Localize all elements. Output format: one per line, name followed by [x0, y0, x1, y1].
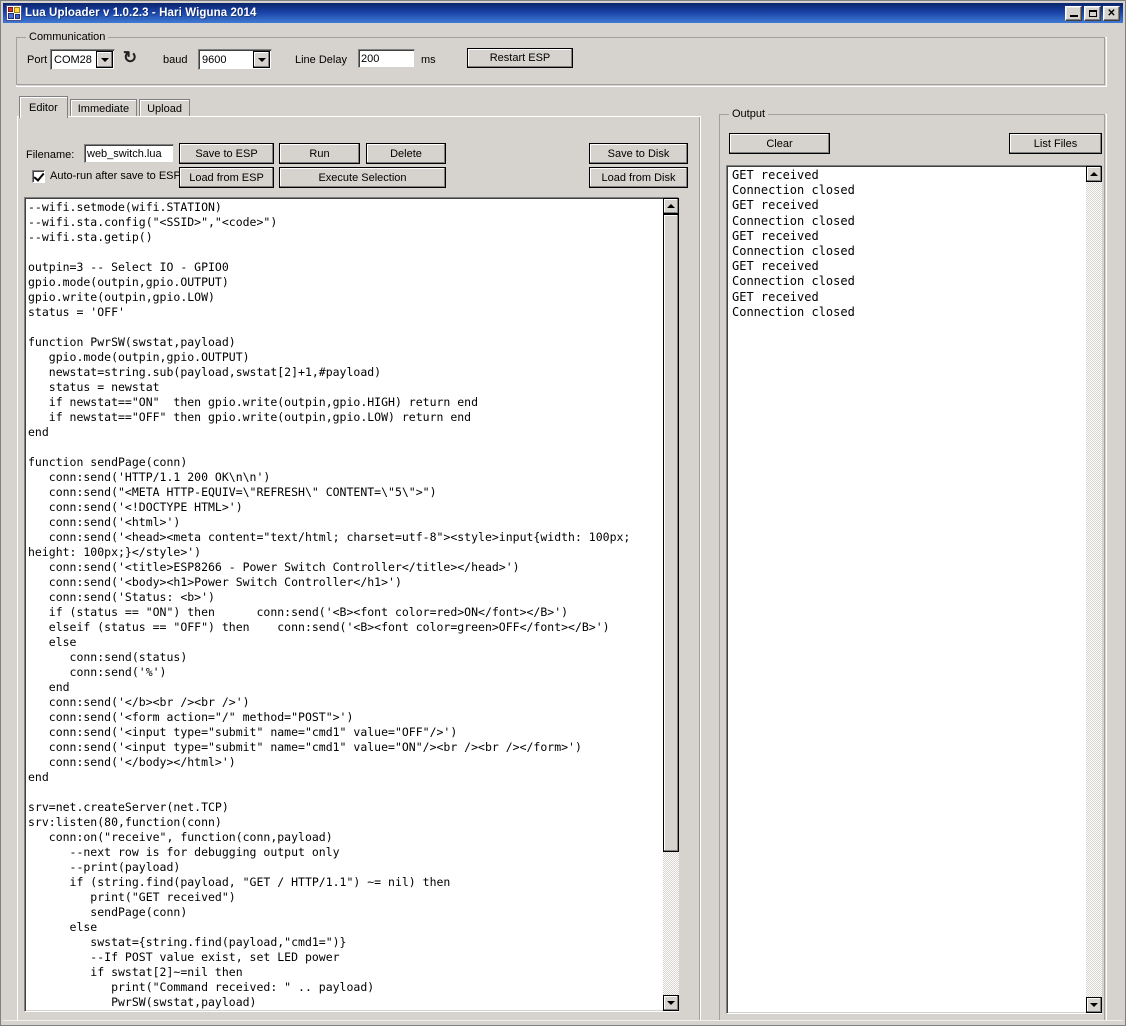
output-log[interactable]: GET received Connection closed GET recei… [726, 165, 1102, 1014]
refresh-ports-icon[interactable]: ↻ [122, 49, 138, 66]
filename-label: Filename: [26, 149, 75, 161]
save-to-disk-button[interactable]: Save to Disk [589, 143, 688, 164]
port-combobox-value: COM28 [54, 53, 92, 66]
communication-group-label: Communication [26, 31, 109, 43]
client-area: Communication Port COM28 ↻ baud 9600 Lin… [3, 23, 1123, 1023]
ms-label: ms [421, 54, 436, 66]
editor-tab-panel: Filename: web_switch.lua Save to ESP Run… [17, 116, 701, 1023]
line-delay-input[interactable]: 200 [358, 49, 415, 68]
execute-selection-button[interactable]: Execute Selection [279, 167, 446, 188]
tab-editor-label: Editor [29, 101, 58, 114]
maximize-button[interactable] [1084, 5, 1101, 21]
clear-button[interactable]: Clear [729, 133, 830, 154]
title-bar: Lua Uploader v 1.0.2.3 - Hari Wiguna 201… [3, 3, 1123, 23]
baud-combobox[interactable]: 9600 [198, 49, 272, 70]
scroll-up-arrow[interactable] [663, 198, 679, 214]
scroll-down-arrow[interactable] [663, 995, 679, 1011]
check-icon [33, 169, 45, 182]
code-editor[interactable]: --wifi.setmode(wifi.STATION) --wifi.sta.… [24, 197, 679, 1012]
close-icon: ✕ [1107, 7, 1116, 19]
load-from-disk-button[interactable]: Load from Disk [589, 167, 688, 188]
editor-scrollbar[interactable] [663, 198, 679, 1011]
autorun-label: Auto-run after save to ESP [50, 170, 181, 182]
port-label: Port [27, 54, 48, 66]
scroll-up-arrow[interactable] [1086, 166, 1102, 182]
output-log-text: GET received Connection closed GET recei… [732, 168, 855, 319]
load-from-esp-button[interactable]: Load from ESP [179, 167, 274, 188]
application-window: Lua Uploader v 1.0.2.3 - Hari Wiguna 201… [0, 0, 1126, 1026]
output-group-label: Output [729, 108, 769, 120]
tab-upload-label: Upload [147, 103, 182, 115]
window-controls: ✕ [1065, 5, 1121, 21]
tab-immediate-label: Immediate [77, 103, 130, 115]
restart-esp-button[interactable]: Restart ESP [467, 48, 573, 68]
list-files-button[interactable]: List Files [1009, 133, 1102, 154]
line-delay-label: Line Delay [295, 54, 347, 66]
app-icon [6, 5, 22, 21]
checkbox-box [32, 169, 45, 183]
port-combobox[interactable]: COM28 [50, 49, 115, 70]
output-groupbox: Output Clear List Files GET received Con… [719, 108, 1107, 1023]
window-title: Lua Uploader v 1.0.2.3 - Hari Wiguna 201… [25, 7, 257, 19]
baud-combobox-value: 9600 [202, 53, 227, 66]
minimize-button[interactable] [1065, 5, 1082, 21]
delete-button[interactable]: Delete [366, 143, 446, 164]
save-to-esp-button[interactable]: Save to ESP [179, 143, 274, 164]
tab-editor[interactable]: Editor [19, 96, 68, 118]
output-scrollbar[interactable] [1086, 166, 1102, 1013]
code-editor-text: --wifi.setmode(wifi.STATION) --wifi.sta.… [28, 200, 631, 1009]
tab-strip: Editor Immediate Upload [19, 94, 192, 118]
filename-input[interactable]: web_switch.lua [84, 144, 174, 163]
chevron-down-icon [96, 51, 113, 68]
scroll-down-arrow[interactable] [1086, 997, 1102, 1013]
chevron-down-icon [253, 51, 270, 68]
editor-scrollbar-thumb[interactable] [663, 214, 679, 852]
close-button[interactable]: ✕ [1103, 5, 1120, 21]
baud-label: baud [163, 54, 188, 66]
communication-groupbox: Communication Port COM28 ↻ baud 9600 Lin… [16, 31, 1107, 87]
run-button[interactable]: Run [279, 143, 360, 164]
window-bottom-edge [3, 1020, 1123, 1023]
autorun-checkbox[interactable]: Auto-run after save to ESP [32, 166, 181, 186]
